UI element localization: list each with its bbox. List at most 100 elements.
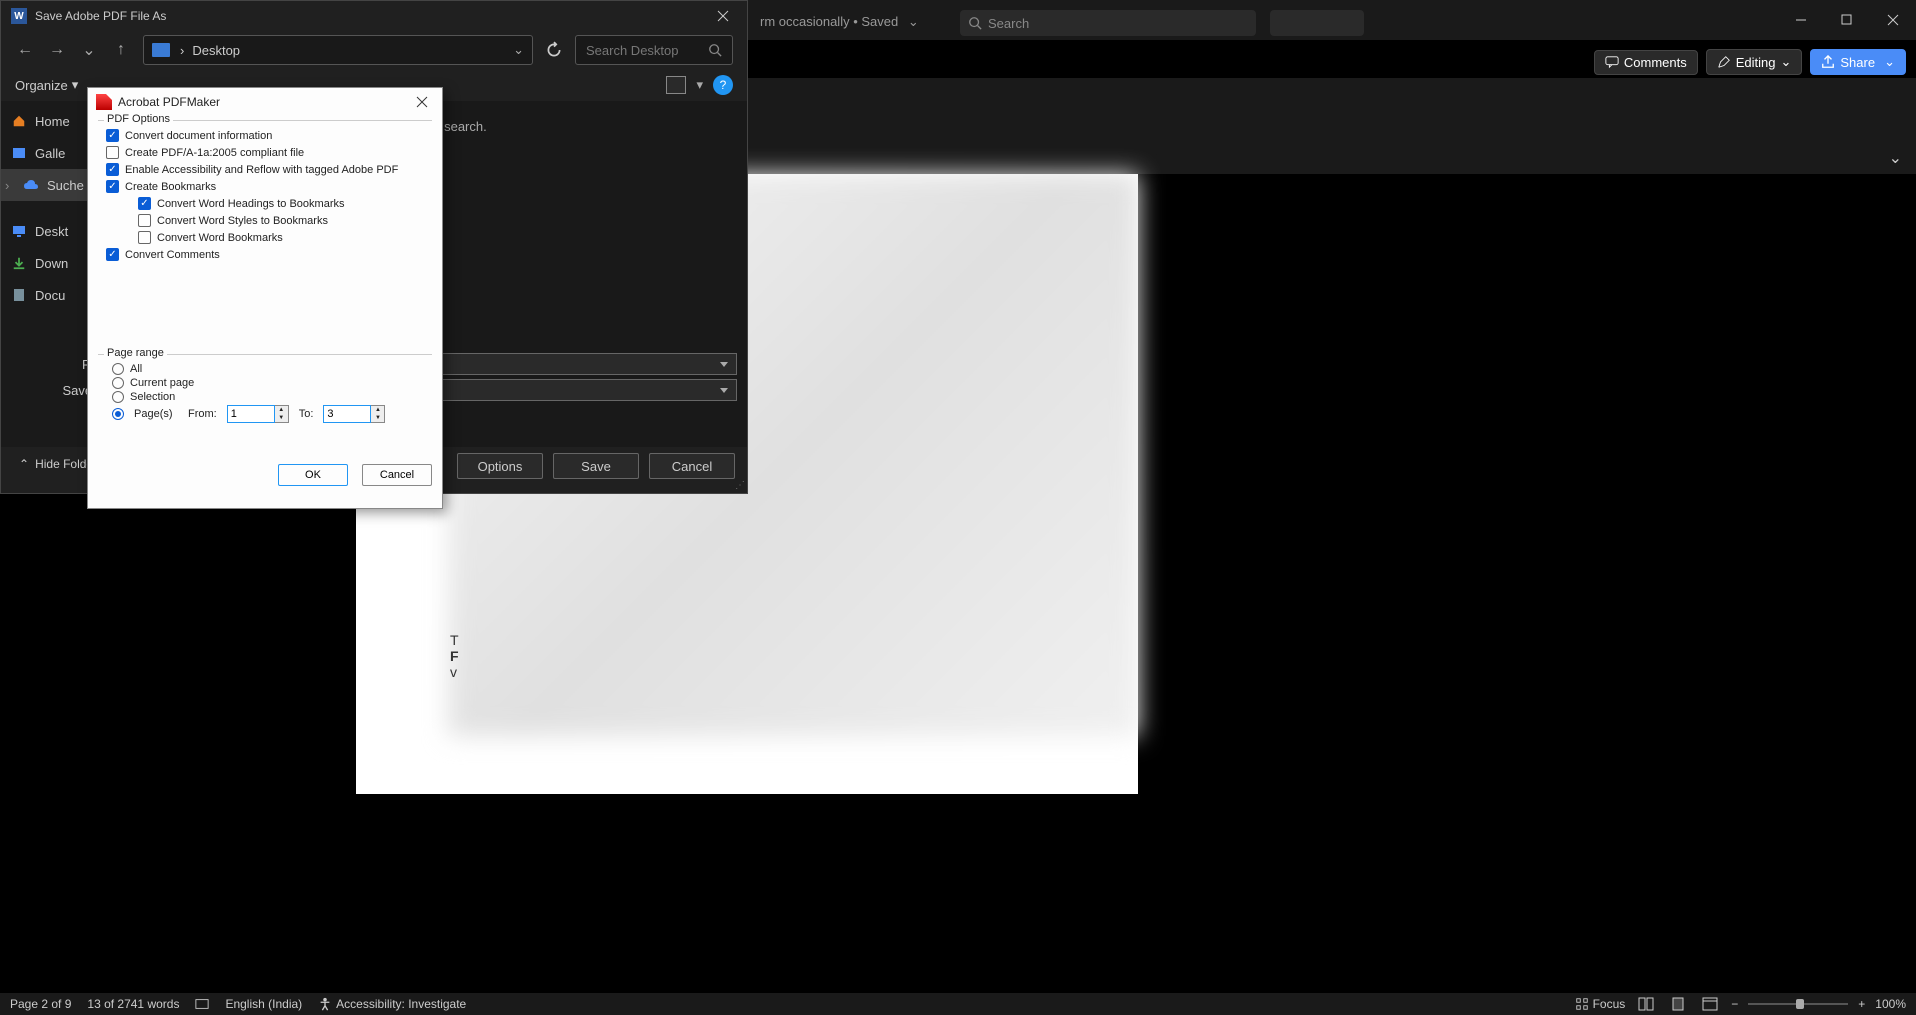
acrobat-button-row: OK Cancel <box>88 458 442 492</box>
word-app-icon: W <box>11 8 27 24</box>
sidebar-item-label: Down <box>35 256 68 271</box>
close-button[interactable] <box>1870 0 1916 40</box>
save-dialog-close-button[interactable] <box>709 6 737 26</box>
focus-mode[interactable]: Focus <box>1575 997 1626 1011</box>
page-range-label: Page range <box>104 347 167 359</box>
to-page-input[interactable] <box>323 405 371 423</box>
resize-grip-icon[interactable]: ⋰ <box>735 480 745 491</box>
to-spin-up[interactable]: ▲ <box>371 406 384 414</box>
comment-icon <box>1605 55 1619 69</box>
sidebar-item-desktop[interactable]: Deskt <box>1 215 101 247</box>
editing-button[interactable]: Editing ⌄ <box>1706 49 1803 75</box>
options-button[interactable]: Options <box>457 453 543 479</box>
cancel-button[interactable]: Cancel <box>649 453 735 479</box>
view-mode-button[interactable] <box>666 76 686 94</box>
text-predictions-icon[interactable] <box>195 997 209 1011</box>
breadcrumb-chevron-icon[interactable]: ⌄ <box>513 42 524 58</box>
home-icon <box>11 114 27 128</box>
from-spin-up[interactable]: ▲ <box>275 406 288 414</box>
convert-styles-checkbox[interactable] <box>138 214 151 227</box>
search-icon <box>968 16 982 30</box>
create-bookmarks-checkbox[interactable] <box>106 180 119 193</box>
accessibility-icon <box>318 997 332 1011</box>
chevron-down-icon[interactable]: ⌄ <box>908 14 919 29</box>
breadcrumb-location: Desktop <box>192 43 240 58</box>
page-indicator[interactable]: Page 2 of 9 <box>10 997 71 1011</box>
share-button[interactable]: Share ⌄ <box>1810 49 1906 75</box>
document-saved-status: rm occasionally • Saved ⌄ <box>760 14 919 30</box>
convert-doc-info-checkbox[interactable] <box>106 129 119 142</box>
folder-search-box[interactable]: Search Desktop <box>575 35 733 65</box>
sidebar-item-gallery[interactable]: Galle <box>1 137 101 169</box>
chevron-down-icon[interactable]: ▾ <box>696 77 703 93</box>
refresh-icon[interactable] <box>545 41 563 59</box>
help-icon[interactable]: ? <box>713 75 733 95</box>
ribbon-collapse-chevron-icon[interactable]: ⌄ <box>1889 148 1902 168</box>
comments-button[interactable]: Comments <box>1594 50 1698 75</box>
word-count[interactable]: 13 of 2741 words <box>87 997 179 1011</box>
checkbox-label: Convert document information <box>125 130 272 142</box>
ok-button[interactable]: OK <box>278 464 348 486</box>
zoom-slider[interactable] <box>1748 1003 1848 1005</box>
account-box[interactable] <box>1270 10 1364 36</box>
convert-word-bookmarks-checkbox[interactable] <box>138 231 151 244</box>
minimize-button[interactable] <box>1778 0 1824 40</box>
document-text-fragment: T F v <box>450 632 459 680</box>
chevron-down-icon: ⌄ <box>1780 54 1791 70</box>
expand-chevron-icon[interactable]: › <box>5 178 15 193</box>
sidebar-item-label: Suche <box>47 178 84 193</box>
save-button[interactable]: Save <box>553 453 639 479</box>
organize-button[interactable]: Organize ▾ <box>15 77 78 93</box>
nav-up-icon[interactable]: ↑ <box>111 41 131 59</box>
nav-forward-icon[interactable]: → <box>47 41 67 59</box>
search-icon <box>708 43 722 57</box>
document-icon <box>11 288 27 302</box>
sidebar-item-label: Galle <box>35 146 65 161</box>
save-footer-buttons: Options Save Cancel <box>457 453 735 479</box>
sidebar-item-home[interactable]: Home <box>1 105 101 137</box>
status-bar: Page 2 of 9 13 of 2741 words English (In… <box>0 993 1916 1015</box>
checkbox-label: Create Bookmarks <box>125 181 216 193</box>
chevron-down-icon: ⌄ <box>1884 54 1895 70</box>
radio-label: All <box>130 363 142 375</box>
convert-headings-checkbox[interactable] <box>138 197 151 210</box>
checkbox-label: Convert Word Headings to Bookmarks <box>157 198 345 210</box>
zoom-in-icon[interactable]: + <box>1858 997 1865 1011</box>
accessibility-indicator[interactable]: Accessibility: Investigate <box>318 997 466 1011</box>
web-layout-icon[interactable] <box>1699 995 1721 1013</box>
sidebar-item-documents[interactable]: Docu <box>1 279 101 311</box>
maximize-button[interactable] <box>1824 0 1870 40</box>
nav-back-icon[interactable]: ← <box>15 41 35 59</box>
acrobat-dialog-title: Acrobat PDFMaker <box>118 95 220 109</box>
sidebar-item-downloads[interactable]: Down <box>1 247 101 279</box>
breadcrumb-separator: › <box>180 43 184 58</box>
acrobat-titlebar: Acrobat PDFMaker <box>88 88 442 116</box>
convert-comments-checkbox[interactable] <box>106 248 119 261</box>
checkbox-label: Convert Word Bookmarks <box>157 232 283 244</box>
nav-recent-chevron-icon[interactable]: ⌄ <box>79 40 99 60</box>
from-page-input[interactable] <box>227 405 275 423</box>
range-pages-radio[interactable] <box>112 408 124 420</box>
chevron-up-icon: ⌃ <box>19 457 29 471</box>
checkbox-label: Convert Comments <box>125 249 220 261</box>
range-current-radio[interactable] <box>112 377 124 389</box>
cloud-icon <box>23 178 39 192</box>
print-layout-icon[interactable] <box>1667 995 1689 1013</box>
to-spin-down[interactable]: ▼ <box>371 414 384 422</box>
create-pdfa-checkbox[interactable] <box>106 146 119 159</box>
sidebar-item-onedrive[interactable]: › Suche <box>1 169 101 201</box>
acrobat-close-button[interactable] <box>410 94 434 110</box>
from-spin-down[interactable]: ▼ <box>275 414 288 422</box>
zoom-out-icon[interactable]: − <box>1731 997 1738 1011</box>
range-all-radio[interactable] <box>112 363 124 375</box>
checkbox-label: Enable Accessibility and Reflow with tag… <box>125 164 398 176</box>
language-indicator[interactable]: English (India) <box>225 997 302 1011</box>
breadcrumb-path[interactable]: › Desktop ⌄ <box>143 35 533 65</box>
enable-accessibility-checkbox[interactable] <box>106 163 119 176</box>
word-search-box[interactable]: Search <box>960 10 1256 36</box>
zoom-level[interactable]: 100% <box>1875 997 1906 1011</box>
read-mode-icon[interactable] <box>1635 995 1657 1013</box>
focus-icon <box>1575 997 1589 1011</box>
range-selection-radio[interactable] <box>112 391 124 403</box>
cancel-button[interactable]: Cancel <box>362 464 432 486</box>
